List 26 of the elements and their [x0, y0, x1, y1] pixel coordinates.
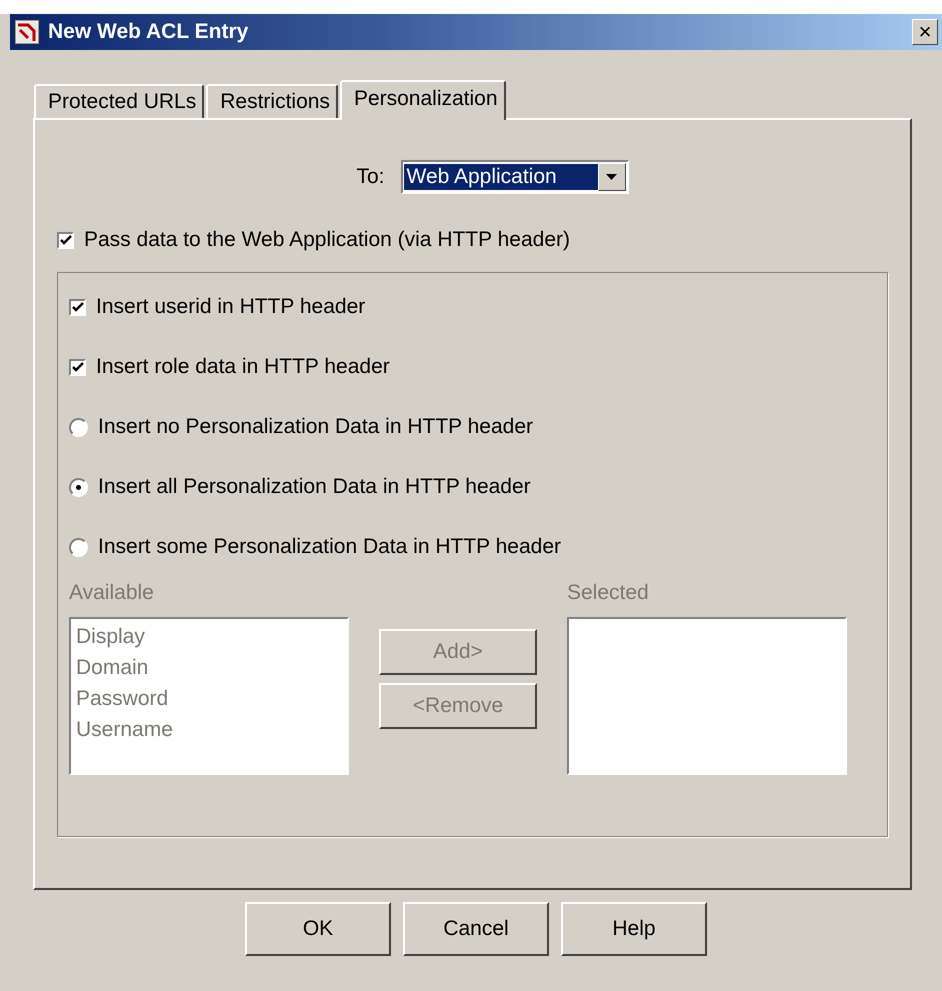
checkbox[interactable] — [69, 358, 86, 376]
checkbox[interactable] — [57, 232, 74, 248]
radio-button[interactable] — [69, 538, 88, 556]
checkbox-label: Pass data to the Web Application (via HTTP header) — [84, 228, 570, 252]
radio-label: Insert some Personalization Data in HTTP header — [98, 535, 562, 559]
dialog-button[interactable]: OK — [245, 902, 391, 956]
radio-button[interactable] — [69, 478, 88, 496]
dialog-button[interactable]: Help — [561, 902, 707, 956]
tab[interactable]: Protected URLs — [34, 84, 204, 118]
selected-label: Selected — [567, 581, 650, 605]
checkbox[interactable] — [69, 298, 86, 316]
app-icon — [14, 19, 40, 45]
destination-dropdown[interactable]: Web Application — [400, 160, 628, 194]
dialog-button[interactable]: Cancel — [403, 902, 549, 956]
radio-button[interactable] — [69, 418, 88, 436]
checkbox-label: Insert role data in HTTP header — [96, 355, 390, 379]
checkbox-label: Insert userid in HTTP header — [96, 295, 366, 319]
to-label: To: — [356, 165, 384, 189]
caret-icon — [606, 174, 617, 180]
radio-label: Insert no Personalization Data in HTTP header — [98, 415, 534, 439]
radio-label: Insert all Personalization Data in HTTP header — [98, 475, 531, 499]
window-title: New Web ACL Entry — [48, 20, 250, 44]
available-label: Available — [69, 581, 155, 605]
close-button[interactable]: × — [912, 19, 938, 45]
tab[interactable]: Personalization — [340, 80, 506, 120]
tab[interactable]: Restrictions — [206, 84, 338, 118]
